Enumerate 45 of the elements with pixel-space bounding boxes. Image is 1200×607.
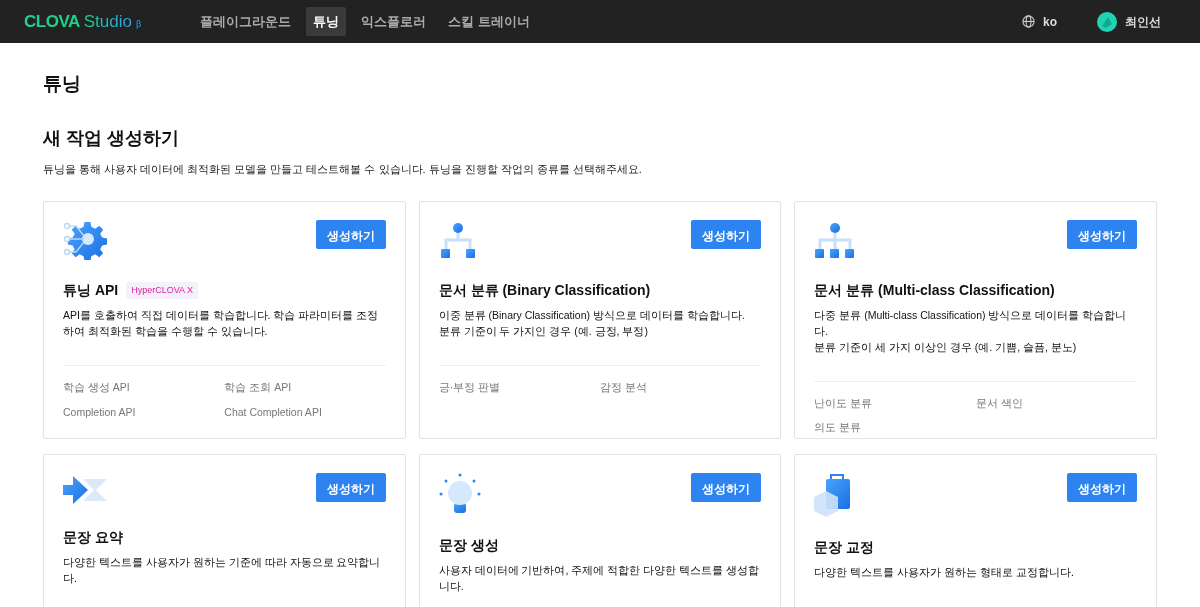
page-title: 튜닝 xyxy=(43,73,82,96)
nav-tab[interactable]: 익스플로러 xyxy=(354,6,434,37)
card-description: API를 호출하여 직접 데이터를 학습합니다. 학습 파라미터를 조정하여 최적화된 학습을 수행할 수 있습니다. xyxy=(63,308,380,340)
card-description: 이중 분류 (Binary Classification) 방식으로 데이터를 학습합니다. xyxy=(438,307,746,323)
create-button[interactable]: 생성하기 xyxy=(691,219,762,249)
logo-text[interactable]: CLOVA xyxy=(24,8,80,35)
feature-label: Chat Completion API xyxy=(224,405,323,421)
feature-label: 의도 분류 xyxy=(814,420,863,436)
nav-tab[interactable]: 튜닝 xyxy=(306,6,347,37)
card-description: 사용자 데이터에 기반하여, 주제에 적합한 다양한 텍스트를 생성합니다. xyxy=(438,562,760,594)
card-description: 분류 기준이 세 가지 이상인 경우 (예. 기쁨, 슬픔, 분노) xyxy=(814,339,1078,355)
feature-label: 난이도 분류 xyxy=(814,395,874,411)
card-title: 문장 교정 xyxy=(814,538,875,556)
nav-tab[interactable]: 플레이그라운드 xyxy=(193,6,299,37)
language-selector[interactable]: ko xyxy=(1043,12,1057,31)
user-name[interactable]: 최인선 xyxy=(1125,12,1161,31)
feature-label: 학습 생성 API xyxy=(63,380,131,396)
card-title: 문장 요약 xyxy=(63,528,123,546)
card-description: 다양한 텍스트를 사용자가 원하는 기준에 따라 자동으로 요약합니다. xyxy=(63,554,382,586)
nav-tab[interactable]: 스킬 트레이너 xyxy=(441,6,537,37)
card-title: 문서 분류 (Binary Classification) xyxy=(438,281,651,299)
lightbulb-icon xyxy=(438,472,481,515)
create-button[interactable]: 생성하기 xyxy=(315,219,386,249)
feature-label: 긍·부정 판별 xyxy=(438,379,502,395)
feature-label: 학습 조회 API xyxy=(224,380,293,396)
create-button[interactable]: 생성하기 xyxy=(691,472,762,502)
feature-label: 문서 색인 xyxy=(975,395,1024,411)
section-title: 새 작업 생성하기 xyxy=(43,127,180,150)
section-description: 튜닝을 통해 사용자 데이터에 최적화된 모델을 만들고 테스트해볼 수 있습니다. 튜닝을 진행할 작업의 종류를 선택해주세요. xyxy=(43,162,643,178)
card-description: 다중 분류 (Multi-class Classification) 방식으로 데이터를 학습합니다. xyxy=(814,307,1128,339)
card-description: 분류 기준이 두 가지인 경우 (예. 긍정, 부정) xyxy=(438,323,649,339)
avatar-icon[interactable] xyxy=(1097,11,1117,32)
create-button[interactable]: 생성하기 xyxy=(315,472,386,502)
create-button[interactable]: 생성하기 xyxy=(1067,472,1137,502)
feature-label: Completion API xyxy=(63,405,137,421)
globe-icon[interactable] xyxy=(1022,15,1035,28)
product-tag: HyperCLOVA X xyxy=(126,281,199,300)
beta-mark: β xyxy=(135,17,142,31)
gear-icon xyxy=(63,219,107,260)
card-title: 문서 분류 (Multi-class Classification) xyxy=(814,281,1055,299)
card-title: 문장 생성 xyxy=(438,536,499,554)
feature-label: 감정 분석 xyxy=(600,379,648,395)
card-description: 다양한 텍스트를 사용자가 원하는 형태로 교정합니다. xyxy=(814,564,1075,580)
create-button[interactable]: 생성하기 xyxy=(1067,219,1137,249)
card-title: 튜닝 API xyxy=(63,282,119,300)
